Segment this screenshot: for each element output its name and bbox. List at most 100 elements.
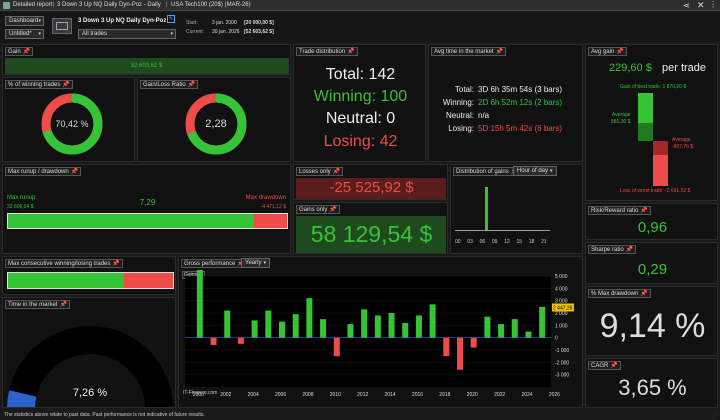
tab-instrument[interactable]: USA Tech100 (20$) (MAR-26) (171, 2, 251, 8)
plot-area (185, 276, 551, 387)
menu-icon[interactable]: ⋮ (709, 0, 717, 9)
losses-only-header: Losses only 📌 (296, 167, 344, 176)
y-tick-label: -1 000 (555, 348, 569, 354)
pin-icon[interactable]: 📌 (640, 291, 647, 297)
x-tick-label: 2010 (330, 392, 341, 398)
sharpe-value: 0,29 (637, 261, 668, 278)
current-label: Current: (186, 29, 205, 35)
pin-icon[interactable]: 📌 (59, 302, 66, 308)
time-market-panel: Time in the market 📌 7,26 % (2, 297, 176, 408)
pin-icon[interactable]: 📌 (610, 363, 617, 369)
cagr-value: 3,65 % (618, 375, 687, 400)
tab-detailed-report[interactable]: Detailed report (13, 2, 52, 8)
winning-pct-panel: % of winning trades 📌 70,42 % (2, 77, 135, 162)
x-tick-label: 2016 (412, 392, 423, 398)
max-dd-value: 9,14 % (599, 307, 706, 345)
consecutive-win-fill (8, 273, 124, 288)
hour-of-day-dropdown[interactable]: Hour of day ▾ (513, 166, 557, 176)
pin-icon[interactable]: 📌 (23, 49, 30, 55)
hour-tick-label: 09 (491, 239, 498, 245)
dashboard-dropdown[interactable]: Dashboard ▾ (5, 16, 44, 26)
x-tick-label: 2014 (385, 392, 396, 398)
chevron-down-icon: ▾ (38, 18, 41, 24)
runup-header: Max runup / drawdown 📌 (5, 167, 82, 176)
watermark: IT-Finance.com (183, 390, 218, 396)
bar-2003 (237, 337, 244, 344)
gross-performance-panel: Gross performance📌 Yearly▾ Gains: $ 5 00… (178, 256, 583, 408)
avg-gain-panel: Avg gain 📌 229,60 $ per trade Gain of bes… (585, 44, 718, 201)
dist-bar-09 (485, 187, 488, 230)
gain-header: Gain 📌 (5, 47, 34, 56)
losses-only-panel: Losses only 📌 -25 525,92 $ (293, 164, 448, 200)
bar-2009 (320, 319, 327, 338)
loss-avg-bar (653, 141, 668, 155)
gains-only-header: Gains only 📌 (296, 205, 340, 214)
toolbar: Dashboard ▾ Untitled* ▾ 3 Down 3 Up NQ Dai… (0, 12, 720, 42)
drawdown-value: -4 471,12 $ (260, 204, 286, 210)
hour-tick-label: 15 (516, 239, 523, 245)
x-tick-label: 2002 (220, 392, 231, 398)
bar-2018 (443, 337, 450, 357)
bar-2012 (361, 309, 368, 338)
time-market-value: 7,26 % (72, 387, 108, 399)
chevron-down-icon: ▾ (38, 31, 41, 37)
best-trade-label: Gain of best trade: 1 870,20 $ (620, 84, 687, 90)
avg-gain-per-trade: per trade (662, 62, 707, 74)
y-tick-label: 2 000 (555, 311, 568, 317)
layout-dropdown[interactable]: Untitled* ▾ (5, 29, 44, 39)
share-icon[interactable]: ⋖ (683, 1, 690, 10)
worst-trade-label: Loss of worst trade: -2 691,52 $ (620, 188, 691, 194)
bar-2001 (210, 337, 217, 346)
x-tick-label: 2004 (248, 392, 259, 398)
pin-icon[interactable]: 📌 (62, 82, 69, 88)
pin-icon[interactable]: 📌 (626, 247, 633, 253)
close-icon[interactable]: ✕ (697, 0, 705, 11)
bar-2004 (251, 320, 258, 338)
yearly-dropdown[interactable]: Yearly ▾ (241, 258, 270, 268)
bar-2006 (279, 321, 285, 338)
pin-icon[interactable]: 📌 (71, 169, 78, 175)
risk-reward-value: 0,96 (637, 219, 668, 236)
x-tick-label: 2018 (439, 392, 450, 398)
gain-loss-panel: Gain/Loss Ratio 📌 2,28 (137, 77, 291, 162)
avg-gain-value: 229,60 $ (609, 62, 652, 74)
pin-icon[interactable]: 📌 (616, 49, 623, 55)
winning-pct-header: % of winning trades 📌 (5, 80, 73, 89)
avg-time-panel: Avg time in the market 📌 Total: 3D 6h 35m… (428, 44, 583, 162)
pin-icon[interactable]: 📌 (329, 207, 336, 213)
pin-icon[interactable]: 📌 (112, 261, 119, 267)
y-tick-label: 0 (555, 336, 558, 342)
avg-time-neutral: n/a (478, 111, 490, 120)
pin-icon[interactable]: 📌 (188, 82, 195, 88)
x-tick-label: 2006 (275, 392, 286, 398)
trade-filter-dropdown[interactable]: All trades ▾ (78, 29, 176, 39)
y-tick-label: -3 000 (555, 373, 569, 379)
footer: The statistics above relate to past data… (0, 410, 720, 420)
pin-icon[interactable]: 📌 (496, 49, 503, 55)
edit-icon[interactable]: ✎ (167, 15, 175, 23)
hour-tick-label: 03 (467, 239, 473, 245)
disclaimer: The statistics above relate to past data… (4, 412, 205, 418)
max-dd-header: % Max drawdown 📌 (588, 289, 651, 298)
avg-time-winning-label: Winning: (442, 98, 474, 107)
tab-strategy[interactable]: 3 Down 3 Up NQ Daily Dyn-Poz - Daily (57, 2, 161, 8)
trade-distribution-header: Trade distribution 📌 (296, 47, 358, 56)
risk-reward-panel: Risk/Reward ratio 📌 0,96 (585, 203, 718, 240)
sharpe-header: Sharpe ratio 📌 (588, 245, 637, 254)
cagr-header: CAGR 📌 (588, 361, 621, 370)
resize-grip-icon[interactable]: ⋰ (712, 412, 717, 418)
avg-time-winning: 2D 6h 52m 12s (2 bars) (478, 98, 563, 107)
gain-loss-value: 2,28 (205, 118, 227, 130)
pin-icon[interactable]: 📌 (347, 49, 354, 55)
loss-average-label: Average (672, 137, 691, 143)
bar-2017 (429, 304, 436, 338)
pin-icon[interactable]: 📌 (333, 169, 340, 175)
avg-time-header: Avg time in the market 📌 (431, 47, 507, 56)
avg-time-losing-label: Losing: (448, 124, 474, 133)
bar-2005 (265, 310, 272, 338)
bar-2020 (470, 337, 477, 348)
pin-icon[interactable]: 📌 (640, 208, 647, 214)
hour-tick-label: 18 (528, 239, 535, 245)
max-dd-panel: % Max drawdown 📌 9,14 % (585, 286, 718, 356)
gain-avg-bar (638, 123, 653, 141)
